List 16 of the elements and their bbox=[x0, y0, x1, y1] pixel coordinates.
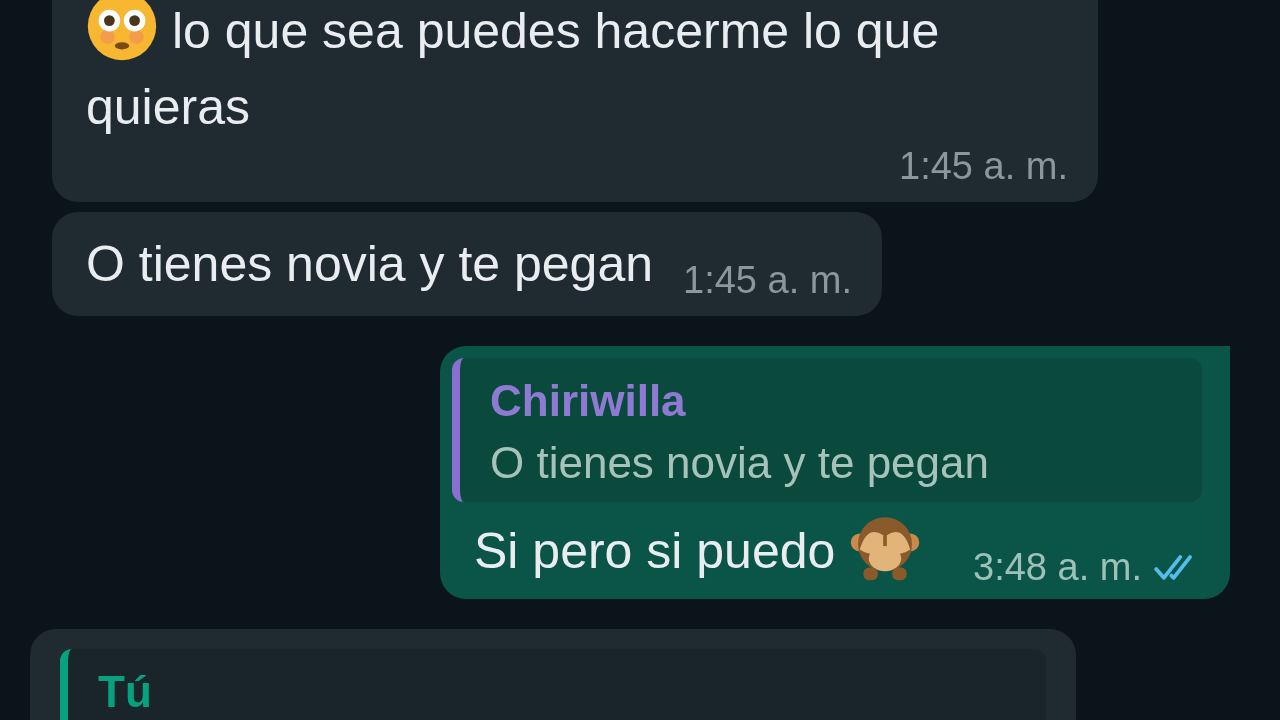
quoted-message[interactable]: Chiriwilla O tienes novia y te pegan bbox=[452, 358, 1202, 502]
message-time: 1:45 a. m. bbox=[683, 259, 853, 302]
message-bubble[interactable]: O tienes novia y te pegan 1:45 a. m. bbox=[52, 212, 883, 316]
emoji-icon bbox=[86, 0, 158, 62]
message-text: O tienes novia y te pegan bbox=[86, 235, 654, 294]
message-text: lo que sea puedes hacerme lo que quieras bbox=[86, 0, 1068, 145]
quote-text: O tienes novia y te pegan bbox=[490, 438, 990, 488]
quoted-message[interactable]: Tú bbox=[60, 649, 1046, 720]
message-bubble[interactable]: Tú bbox=[30, 629, 1076, 720]
message-bubble[interactable]: Chiriwilla O tienes novia y te pegan Si pero si puedo 3:48 a. m. bbox=[440, 346, 1230, 599]
message-text: Si pero si puedo bbox=[474, 510, 922, 589]
quote-author: Tú bbox=[98, 667, 153, 717]
message-bubble[interactable]: lo que sea puedes hacerme lo que quieras 1:45 a. m. bbox=[52, 0, 1098, 202]
message-time: 1:45 a. m. bbox=[899, 145, 1068, 188]
quote-author: Chiriwilla bbox=[490, 376, 687, 426]
message-time: 3:48 a. m. bbox=[973, 546, 1142, 589]
